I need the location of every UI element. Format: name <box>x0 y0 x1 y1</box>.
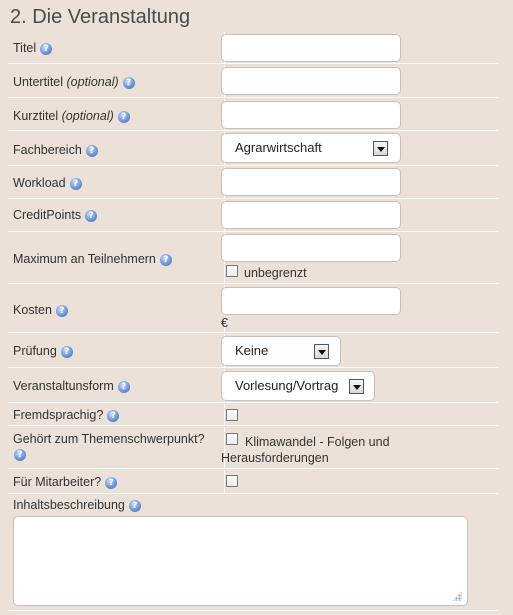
row-themenschwerpunkt: Gehört zum Themenschwerpunkt? ? Klimawan… <box>8 427 498 469</box>
help-icon[interactable]: ? <box>105 477 118 489</box>
label-inhaltsbeschreibung: Inhaltsbeschreibung? <box>13 498 141 512</box>
label-text: CreditPoints <box>13 208 82 222</box>
label-text: Veranstaltunsform <box>13 379 114 393</box>
chevron-down-icon[interactable] <box>314 344 329 359</box>
help-icon[interactable]: ? <box>159 254 172 266</box>
select-value: Agrarwirtschaft <box>235 140 322 155</box>
select-value: Vorlesung/Vortrag <box>235 378 339 393</box>
klimawandel-checkbox[interactable] <box>226 433 238 445</box>
kosten-input[interactable] <box>221 287 401 315</box>
help-icon[interactable]: ? <box>117 111 130 123</box>
row-pruefung: Prüfung? Keine <box>8 334 498 368</box>
row-kurztitel: Kurztitel (optional)? <box>8 99 498 131</box>
row-max-teilnehmer: Maximum an Teilnehmern? unbegrenzt <box>8 233 498 284</box>
help-icon[interactable]: ? <box>85 210 98 222</box>
label-text: Workload <box>13 176 66 190</box>
label-workload: Workload? <box>13 176 82 190</box>
optional-hint: (optional) <box>61 109 114 123</box>
max-teilnehmer-input[interactable] <box>221 234 401 262</box>
inhaltsbeschreibung-textarea[interactable] <box>13 516 468 606</box>
section-title: 2. Die Veranstaltung <box>10 6 191 28</box>
label-text: Für Mitarbeiter? <box>13 475 102 489</box>
titel-input[interactable] <box>221 34 401 62</box>
help-icon[interactable]: ? <box>69 178 82 190</box>
label-text: Prüfung <box>13 344 57 358</box>
label-text: Gehört zum Themenschwerpunkt? <box>13 432 205 446</box>
mitarbeiter-checkbox[interactable] <box>226 475 238 487</box>
bottom-divider <box>8 610 498 611</box>
label-text: Fachbereich <box>13 143 82 157</box>
label-fachbereich: Fachbereich? <box>13 143 98 157</box>
row-mitarbeiter: Für Mitarbeiter?? <box>8 470 498 494</box>
row-fremdsprachig: Fremdsprachig?? <box>8 404 498 426</box>
row-creditpoints: CreditPoints? <box>8 200 498 232</box>
pruefung-select[interactable]: Keine <box>221 336 341 366</box>
currency-label: € <box>221 316 228 330</box>
label-kosten: Kosten? <box>13 303 68 317</box>
row-separator <box>224 404 225 425</box>
label-pruefung: Prüfung? <box>13 344 73 358</box>
kurztitel-input[interactable] <box>221 101 401 129</box>
label-veranstaltungsform: Veranstaltunsform? <box>13 379 130 393</box>
fachbereich-select[interactable]: Agrarwirtschaft <box>221 133 401 163</box>
label-kurztitel: Kurztitel (optional)? <box>13 109 130 123</box>
unbegrenzt-label: unbegrenzt <box>244 266 307 280</box>
row-veranstaltungsform: Veranstaltunsform? Vorlesung/Vortrag <box>8 369 498 403</box>
help-icon[interactable]: ? <box>85 145 98 157</box>
untertitel-input[interactable] <box>221 67 401 95</box>
label-text: Kosten <box>13 303 52 317</box>
creditpoints-input[interactable] <box>221 201 401 229</box>
label-fremdsprachig: Fremdsprachig?? <box>13 408 120 422</box>
row-fachbereich: Fachbereich? Agrarwirtschaft <box>8 132 498 166</box>
select-value: Keine <box>235 343 269 358</box>
label-text: Kurztitel <box>13 109 59 123</box>
label-creditpoints: CreditPoints? <box>13 208 98 222</box>
veranstaltungsform-select[interactable]: Vorlesung/Vortrag <box>221 371 375 401</box>
optional-hint: (optional) <box>66 75 119 89</box>
row-workload: Workload? <box>8 167 498 199</box>
label-text: Untertitel <box>13 75 64 89</box>
label-text: Titel <box>13 41 37 55</box>
row-untertitel: Untertitel (optional)? <box>8 65 498 98</box>
help-icon[interactable]: ? <box>40 43 53 55</box>
help-icon[interactable]: ? <box>60 346 73 358</box>
label-titel: Titel? <box>13 41 53 55</box>
label-max-teilnehmer: Maximum an Teilnehmern? <box>13 252 172 266</box>
help-icon[interactable]: ? <box>107 410 120 422</box>
row-separator <box>224 470 225 493</box>
row-titel: Titel? <box>8 32 498 64</box>
label-text: Inhaltsbeschreibung <box>13 498 125 512</box>
help-icon[interactable]: ? <box>117 381 130 393</box>
klimawandel-label-line2: Herausforderungen <box>221 451 329 465</box>
chevron-down-icon[interactable] <box>373 141 388 156</box>
label-text: Fremdsprachig? <box>13 408 104 422</box>
klimawandel-label-line1: Klimawandel - Folgen und <box>245 435 390 449</box>
help-icon[interactable]: ? <box>14 449 26 461</box>
label-mitarbeiter: Für Mitarbeiter?? <box>13 475 118 489</box>
row-kosten: Kosten? € <box>8 285 498 333</box>
help-icon[interactable]: ? <box>128 500 141 512</box>
help-icon[interactable]: ? <box>55 305 68 317</box>
workload-input[interactable] <box>221 168 401 196</box>
unbegrenzt-checkbox[interactable] <box>226 265 238 277</box>
fremdsprachig-checkbox[interactable] <box>226 409 238 421</box>
label-text: Maximum an Teilnehmern <box>13 252 156 266</box>
label-untertitel: Untertitel (optional)? <box>13 75 135 89</box>
help-icon[interactable]: ? <box>122 77 135 89</box>
chevron-down-icon[interactable] <box>349 379 364 394</box>
resize-handle-icon[interactable] <box>452 591 462 601</box>
label-themenschwerpunkt: Gehört zum Themenschwerpunkt? <box>13 432 205 446</box>
